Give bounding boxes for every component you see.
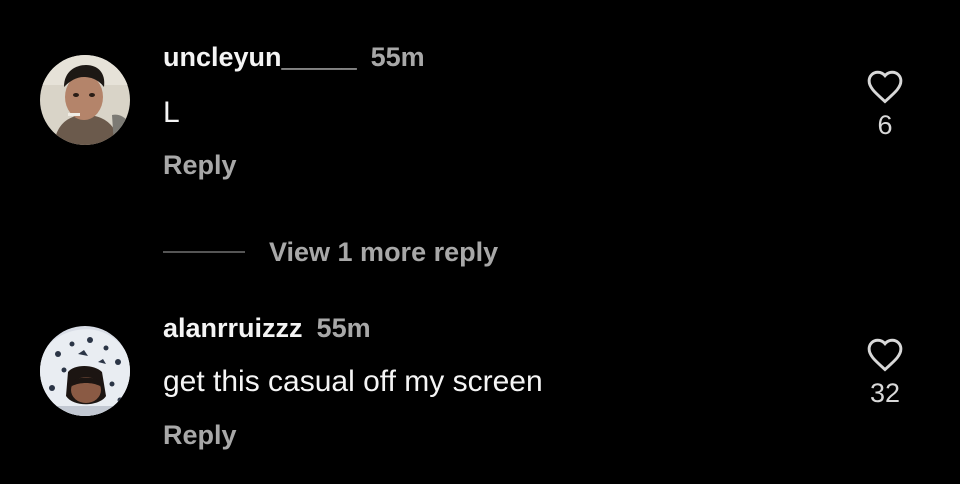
timestamp: 55m: [316, 313, 371, 343]
comment-text: L: [163, 96, 180, 129]
user-avatar-photo-icon: [40, 55, 130, 145]
avatar[interactable]: [40, 326, 130, 416]
like-button[interactable]: 32: [858, 336, 912, 409]
like-count: 32: [869, 378, 901, 408]
heart-icon: [867, 70, 903, 104]
like-button[interactable]: 6: [858, 68, 912, 141]
comment-meta: uncleyun_____ 55m: [163, 42, 425, 73]
heart-icon: [867, 338, 903, 372]
comment-text: get this casual off my screen: [163, 365, 543, 398]
like-count: 6: [877, 110, 893, 140]
avatar[interactable]: [40, 55, 130, 145]
divider-line: [163, 251, 245, 253]
username[interactable]: alanrruizzz: [163, 313, 303, 343]
reply-button[interactable]: Reply: [163, 150, 237, 181]
timestamp: 55m: [370, 42, 425, 72]
view-more-label: View 1 more reply: [269, 236, 499, 267]
comment-item: uncleyun_____ 55m L Reply 6: [0, 0, 960, 200]
comment-item: alanrruizzz 55m get this casual off my sc…: [0, 290, 960, 484]
view-more-replies-button[interactable]: View 1 more reply: [163, 235, 498, 269]
username[interactable]: uncleyun_____: [163, 42, 357, 72]
reply-button[interactable]: Reply: [163, 420, 237, 451]
user-avatar-photo-icon: [40, 326, 130, 416]
comment-meta: alanrruizzz 55m: [163, 313, 371, 344]
